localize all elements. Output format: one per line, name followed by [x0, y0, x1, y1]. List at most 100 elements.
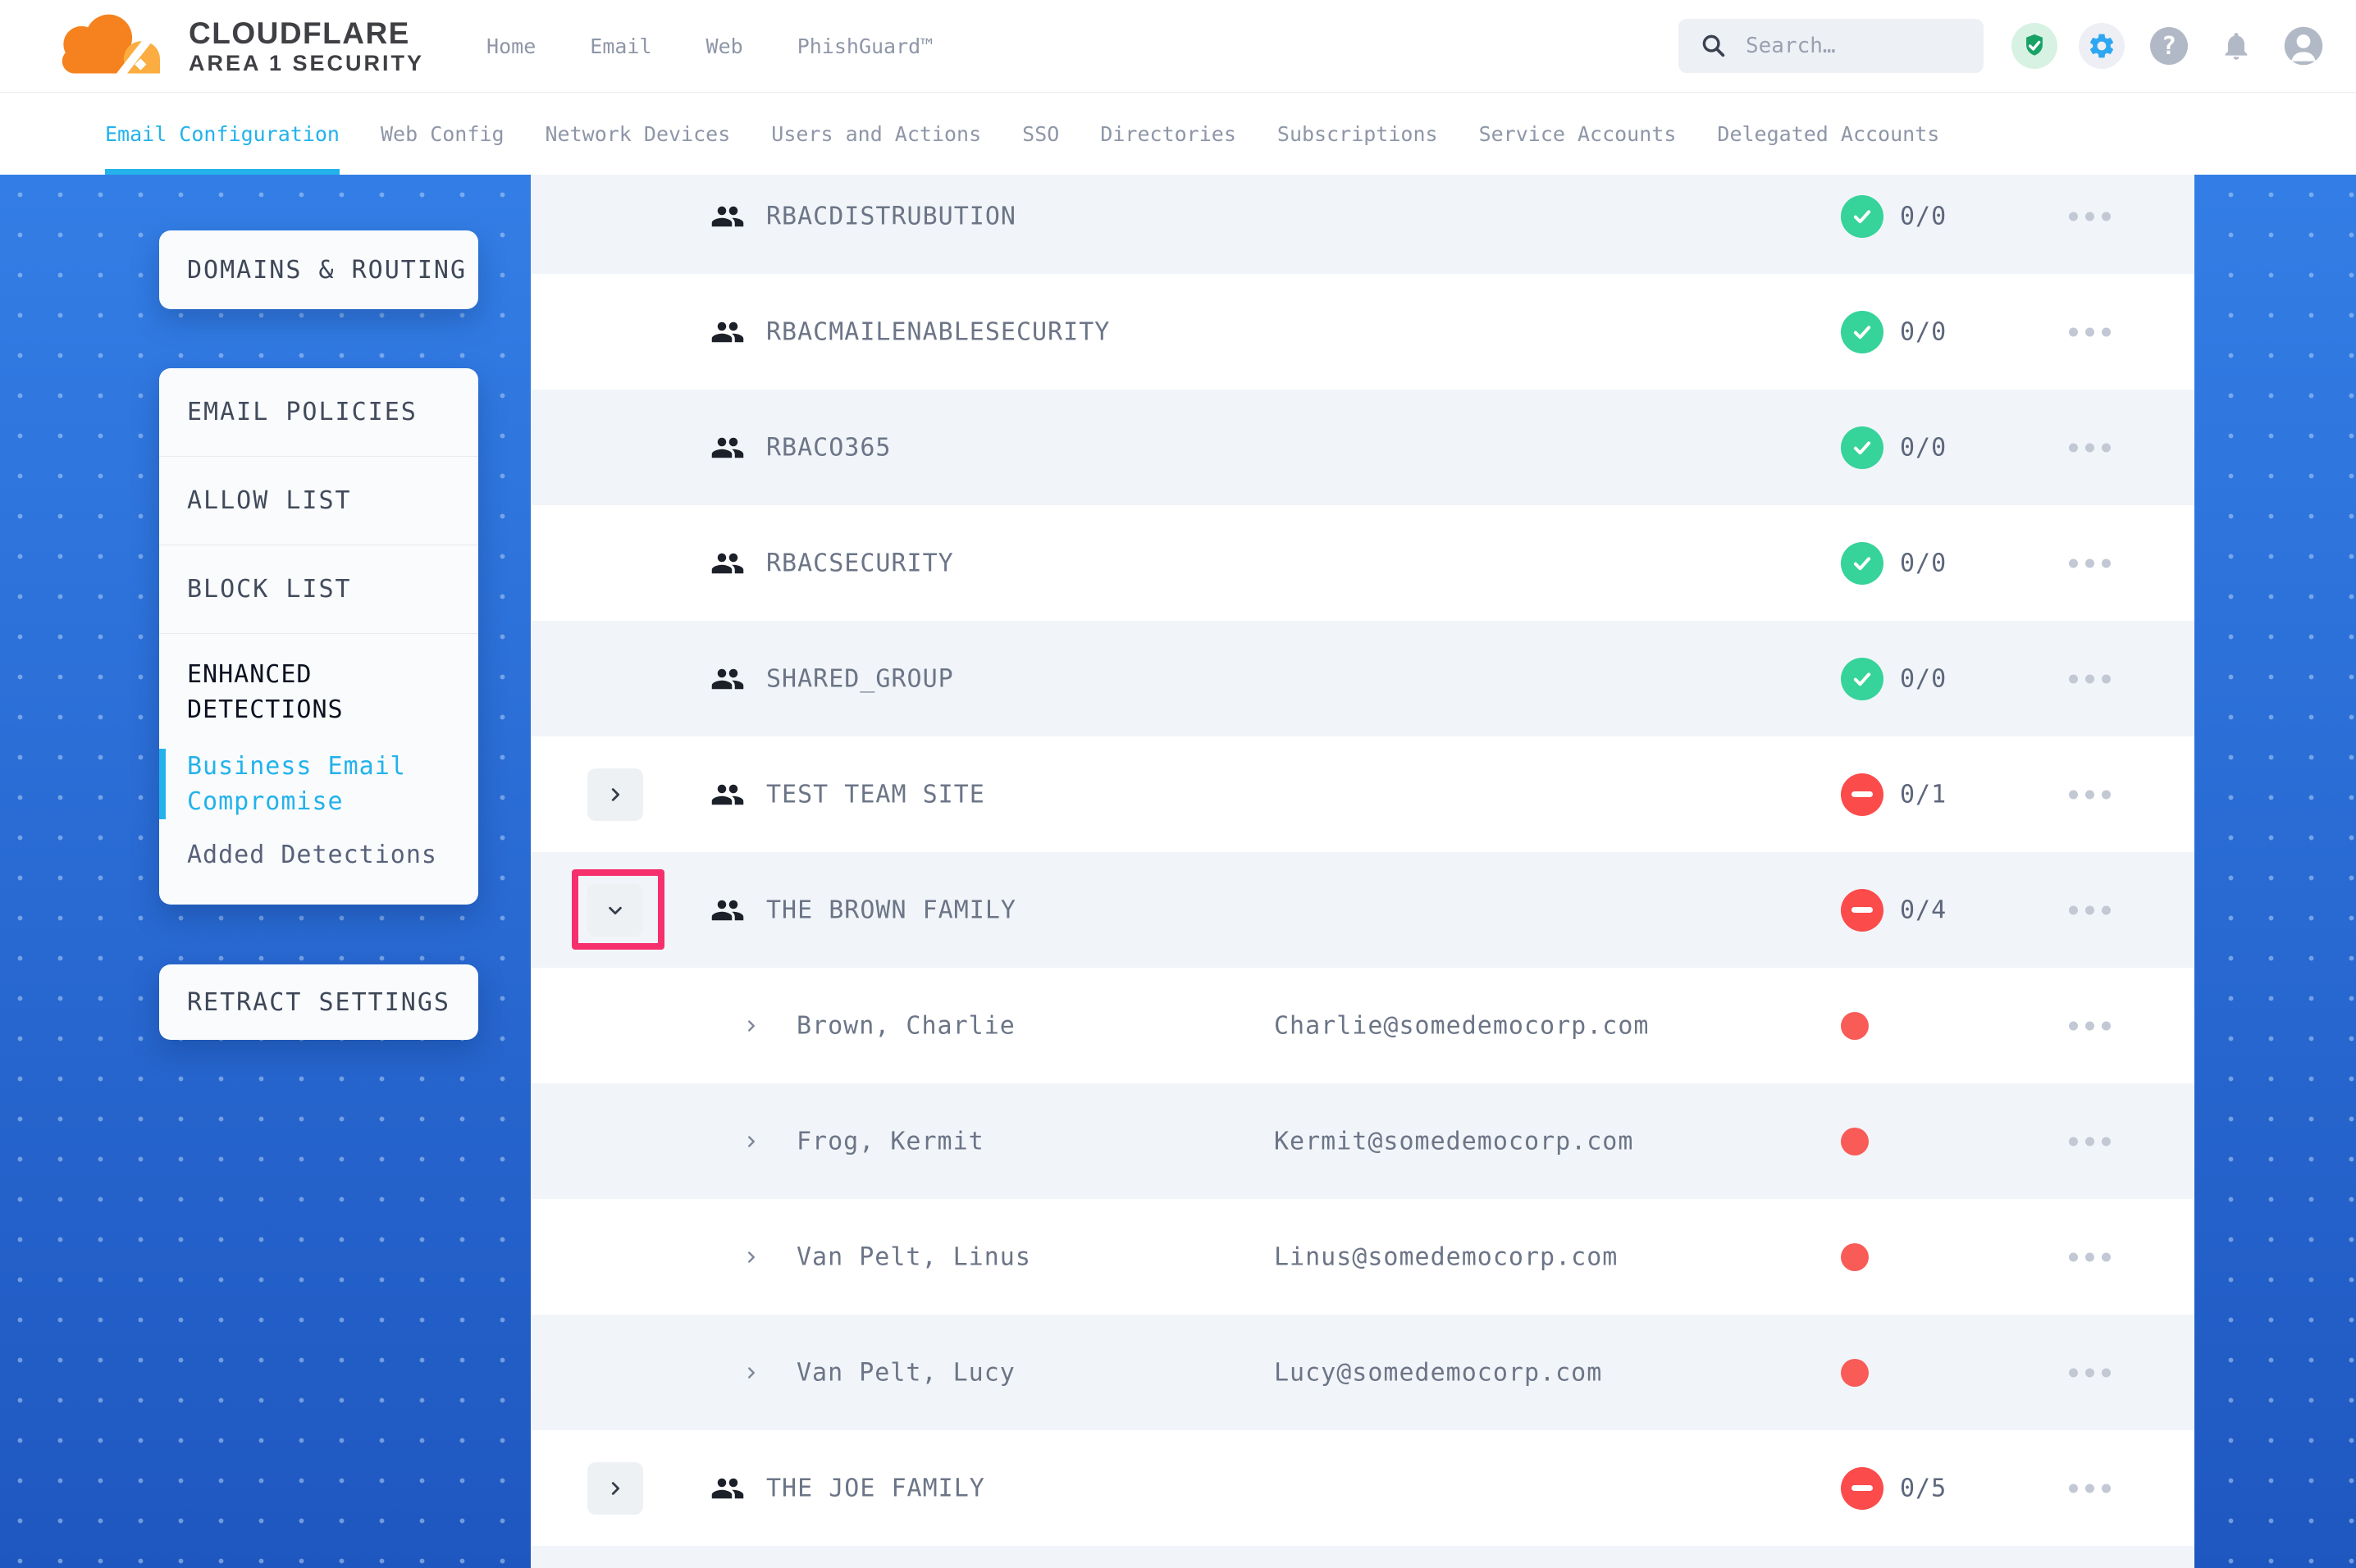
member-count: 0/0 — [1900, 202, 1947, 230]
sidebar-item-business-email-compromise[interactable]: Business Email Compromise — [159, 749, 425, 819]
tab-directories[interactable]: Directories — [1100, 93, 1236, 175]
help-icon[interactable]: ? — [2146, 23, 2192, 69]
group-name: TEST TEAM SITE — [766, 780, 985, 809]
cloudflare-logo[interactable]: CLOUDFLARE AREA 1 SECURITY — [46, 8, 424, 84]
chevron-right-icon[interactable] — [742, 1017, 760, 1035]
status-blocked-badge — [1841, 889, 1883, 932]
table-row: RBACO365 0/0 — [531, 390, 2194, 505]
row-menu-button[interactable] — [2064, 669, 2116, 688]
collapse-row-button[interactable] — [587, 884, 643, 937]
chevron-down-icon — [606, 901, 624, 919]
row-menu-button[interactable] — [2064, 438, 2116, 457]
header-icons: ? — [2011, 23, 2326, 69]
tab-email-configuration[interactable]: Email Configuration — [105, 93, 340, 175]
chevron-right-icon[interactable] — [742, 1364, 760, 1382]
top-nav: Home Email Web PhishGuard™ — [486, 34, 933, 58]
sidebar-item-added-detections[interactable]: Added Detections — [159, 841, 478, 869]
sidebar-item-retract-settings: RETRACT SETTINGS — [187, 988, 450, 1017]
member-name: Frog, Kermit — [797, 1127, 984, 1155]
chevron-right-icon — [606, 786, 624, 804]
member-count: 0/0 — [1900, 433, 1947, 462]
table-row: RBACMAILENABLESECURITY 0/0 — [531, 274, 2194, 390]
bell-icon[interactable] — [2213, 23, 2259, 69]
nav-home[interactable]: Home — [486, 34, 536, 58]
member-email: Charlie@somedemocorp.com — [1274, 1011, 1649, 1040]
group-icon — [710, 1471, 745, 1506]
sidebar-item-block-list[interactable]: BLOCK LIST — [159, 545, 478, 634]
cloudflare-cloud-icon — [46, 8, 176, 84]
search-icon — [1700, 32, 1728, 60]
sidebar-card-retract-settings[interactable]: RETRACT SETTINGS — [159, 964, 478, 1040]
page-background: DOMAINS & ROUTING EMAIL POLICIES ALLOW L… — [0, 175, 2356, 1568]
table-row: SHARED_GROUP 0/0 — [531, 621, 2194, 736]
group-icon — [710, 546, 745, 581]
row-menu-button[interactable] — [2064, 1016, 2116, 1035]
expand-row-button[interactable] — [587, 1462, 643, 1515]
nav-web[interactable]: Web — [706, 34, 743, 58]
user-avatar-icon[interactable] — [2281, 23, 2326, 69]
tab-delegated-accounts[interactable]: Delegated Accounts — [1717, 93, 1939, 175]
gear-icon[interactable] — [2079, 23, 2125, 69]
sidebar-item-allow-list[interactable]: ALLOW LIST — [159, 457, 478, 545]
tab-subscriptions[interactable]: Subscriptions — [1277, 93, 1438, 175]
tab-sso[interactable]: SSO — [1022, 93, 1059, 175]
member-count: 0/0 — [1900, 317, 1947, 346]
member-count: 0/4 — [1900, 896, 1947, 924]
group-name: RBACDISTRUBUTION — [766, 202, 1016, 230]
group-name: THE BROWN FAMILY — [766, 896, 1016, 924]
member-name: Van Pelt, Linus — [797, 1242, 1031, 1271]
group-icon — [710, 777, 745, 812]
table-row: THE BROWN FAMILY 0/4 — [531, 852, 2194, 968]
search-placeholder: Search… — [1746, 34, 1836, 58]
status-ok-badge — [1841, 658, 1883, 700]
sidebar-item-enhanced-detections[interactable]: ENHANCED DETECTIONS — [159, 634, 417, 727]
member-email: Linus@somedemocorp.com — [1274, 1242, 1618, 1271]
row-menu-button[interactable] — [2064, 900, 2116, 919]
group-name: RBACMAILENABLESECURITY — [766, 317, 1110, 346]
chevron-right-icon[interactable] — [742, 1248, 760, 1266]
sidebar-card-email-policies: EMAIL POLICIES ALLOW LIST BLOCK LIST ENH… — [159, 368, 478, 905]
member-row: Van Pelt, Lucy Lucy@somedemocorp.com — [531, 1315, 2194, 1430]
group-icon — [710, 893, 745, 928]
sidebar-item-domains-routing: DOMAINS & ROUTING — [187, 256, 467, 285]
group-name: SHARED_GROUP — [766, 664, 954, 693]
member-row: Frog, Kermit Kermit@somedemocorp.com — [531, 1083, 2194, 1199]
member-count: 0/1 — [1900, 780, 1947, 809]
status-dot — [1841, 1243, 1869, 1271]
group-name: THE JOE FAMILY — [766, 1474, 985, 1502]
group-icon — [710, 431, 745, 465]
search-input[interactable]: Search… — [1678, 19, 1984, 73]
tab-users-and-actions[interactable]: Users and Actions — [771, 93, 981, 175]
sidebar-card-domains-routing[interactable]: DOMAINS & ROUTING — [159, 230, 478, 309]
table-row: RBACSECURITY 0/0 — [531, 505, 2194, 621]
tab-network-devices[interactable]: Network Devices — [546, 93, 731, 175]
tab-service-accounts[interactable]: Service Accounts — [1479, 93, 1677, 175]
tab-web-config[interactable]: Web Config — [381, 93, 505, 175]
row-menu-button[interactable] — [2064, 207, 2116, 226]
status-ok-badge — [1841, 311, 1883, 353]
row-menu-button[interactable] — [2064, 1132, 2116, 1151]
status-blocked-badge — [1841, 1467, 1883, 1510]
chevron-right-icon[interactable] — [742, 1133, 760, 1151]
shield-check-icon[interactable] — [2011, 23, 2057, 69]
row-menu-button[interactable] — [2064, 322, 2116, 341]
sidebar-item-email-policies[interactable]: EMAIL POLICIES — [159, 368, 478, 457]
row-menu-button[interactable] — [2064, 1363, 2116, 1382]
table-row: TEST TEAM SITE 0/1 — [531, 736, 2194, 852]
status-blocked-badge — [1841, 773, 1883, 816]
row-menu-button[interactable] — [2064, 1247, 2116, 1266]
group-icon — [710, 662, 745, 696]
member-count: 0/5 — [1900, 1474, 1947, 1502]
nav-email[interactable]: Email — [590, 34, 651, 58]
expand-row-button[interactable] — [587, 768, 643, 821]
status-ok-badge — [1841, 195, 1883, 238]
member-row: Van Pelt, Linus Linus@somedemocorp.com — [531, 1199, 2194, 1315]
settings-tab-bar: Email Configuration Web Config Network D… — [0, 93, 2356, 175]
status-dot — [1841, 1359, 1869, 1387]
row-menu-button[interactable] — [2064, 1479, 2116, 1497]
row-menu-button[interactable] — [2064, 554, 2116, 572]
nav-phishguard[interactable]: PhishGuard™ — [797, 34, 934, 58]
member-row: Brown, Charlie Charlie@somedemocorp.com — [531, 968, 2194, 1083]
member-name: Van Pelt, Lucy — [797, 1358, 1016, 1387]
row-menu-button[interactable] — [2064, 785, 2116, 804]
